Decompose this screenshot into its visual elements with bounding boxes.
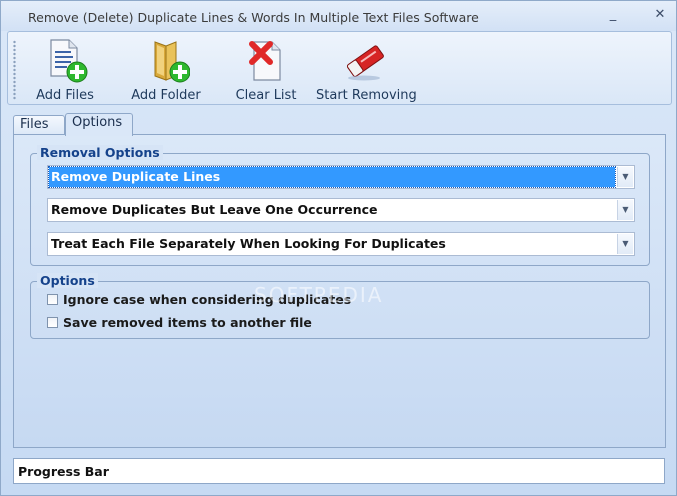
removal-options-title: Removal Options [37, 145, 163, 160]
add-files-label: Add Files [36, 88, 94, 103]
close-button[interactable]: ✕ [652, 7, 668, 23]
options-title: Options [37, 273, 98, 288]
clear-list-button[interactable]: Clear List [230, 32, 302, 104]
save-removed-checkbox[interactable] [47, 317, 58, 328]
tab-files-label: Files [20, 117, 49, 132]
save-removed-label[interactable]: Save removed items to another file [63, 315, 312, 330]
removal-mode-value: Remove Duplicate Lines [48, 166, 616, 188]
removal-mode-select[interactable]: Remove Duplicate Lines ▼ [47, 165, 635, 189]
occurrence-mode-value: Remove Duplicates But Leave One Occurren… [51, 202, 378, 217]
toolbar: Add Files Add Folder Clear List Start Re… [7, 31, 672, 105]
watermark: SOFTPEDIA [254, 283, 384, 307]
progress-bar: Progress Bar [13, 458, 665, 484]
start-removing-button[interactable]: Start Removing [316, 32, 417, 104]
add-files-icon [41, 36, 89, 84]
tab-options-label: Options [72, 115, 123, 130]
tab-files[interactable]: Files [13, 115, 65, 135]
chevron-down-icon[interactable]: ▼ [617, 234, 633, 254]
eraser-icon [342, 36, 390, 84]
tab-strip: Files Options [13, 113, 668, 136]
clear-list-label: Clear List [235, 88, 297, 103]
window-title: Remove (Delete) Duplicate Lines & Words … [28, 10, 479, 25]
file-scope-select[interactable]: Treat Each File Separately When Looking … [47, 232, 635, 256]
minimize-button[interactable]: _ [605, 7, 621, 23]
clear-list-icon [242, 36, 290, 84]
tab-options[interactable]: Options [65, 113, 133, 136]
add-folder-icon [142, 36, 191, 84]
add-files-button[interactable]: Add Files [30, 32, 100, 104]
removal-options-group: Removal Options Remove Duplicate Lines ▼… [30, 145, 650, 266]
ignore-case-checkbox[interactable] [47, 294, 58, 305]
toolbar-grip[interactable] [13, 40, 16, 100]
chevron-down-icon[interactable]: ▼ [617, 167, 633, 187]
chevron-down-icon[interactable]: ▼ [617, 200, 633, 220]
options-panel: Removal Options Remove Duplicate Lines ▼… [13, 134, 666, 448]
progress-bar-label: Progress Bar [18, 464, 109, 479]
file-scope-value: Treat Each File Separately When Looking … [51, 236, 446, 251]
title-bar[interactable]: Remove (Delete) Duplicate Lines & Words … [1, 1, 676, 31]
start-removing-label: Start Removing [316, 88, 417, 103]
add-folder-button[interactable]: Add Folder [126, 32, 206, 104]
app-window: Remove (Delete) Duplicate Lines & Words … [0, 0, 677, 496]
occurrence-mode-select[interactable]: Remove Duplicates But Leave One Occurren… [47, 198, 635, 222]
add-folder-label: Add Folder [131, 88, 201, 103]
